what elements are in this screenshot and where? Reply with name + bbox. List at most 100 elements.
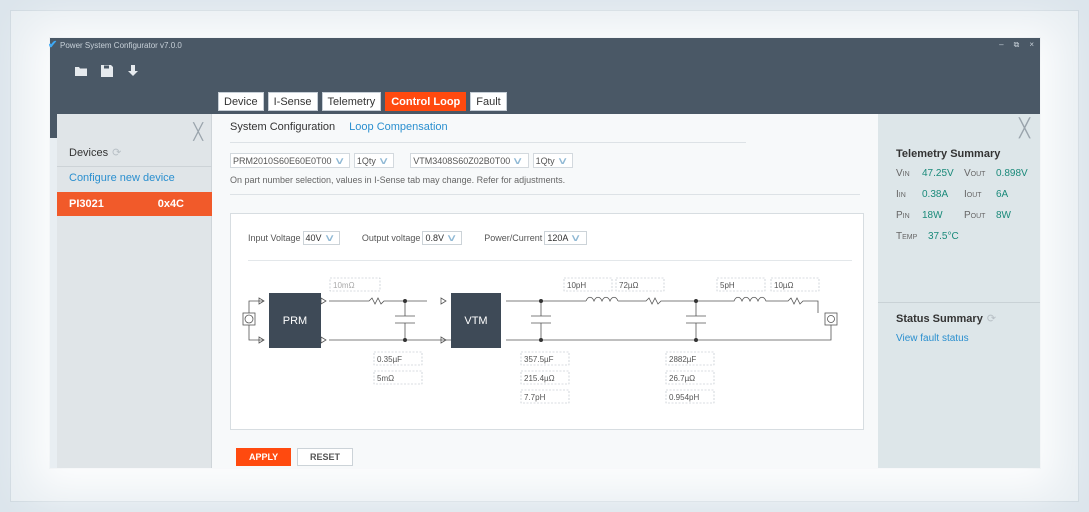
telemetry-value: 0.898V (996, 168, 1028, 179)
chevron-down-icon: ∨ (445, 233, 458, 244)
vtm-qty-select[interactable]: 1Qty ∨ (532, 153, 573, 168)
telemetry-value: 18W (922, 210, 943, 221)
l5-value: 5pH (720, 281, 735, 290)
esl4-value: 0.954pH (669, 393, 699, 402)
close-window-button[interactable]: × (1029, 40, 1034, 50)
telemetry-label: Pout (964, 210, 986, 221)
schematic-panel: Input Voltage 40V ∨ Output voltage 0.8V ∨ … (230, 213, 864, 430)
toolbar (74, 64, 140, 78)
tab-telemetry[interactable]: Telemetry (321, 92, 382, 111)
telemetry-label: Temp (896, 231, 918, 242)
devices-sidebar: ╳ Devices ⟳ Configure new device PI3021 0… (57, 114, 212, 468)
operating-inputs: Input Voltage 40V ∨ Output voltage 0.8V ∨ … (248, 231, 587, 245)
configure-new-device-link[interactable]: Configure new device (69, 172, 175, 184)
refresh-icon[interactable]: ⟳ (987, 313, 996, 325)
r5-value: 10µΩ (774, 281, 794, 290)
telemetry-value: 8W (996, 210, 1011, 221)
input-voltage-group: Input Voltage 40V ∨ (248, 231, 340, 245)
chevron-down-icon: ∨ (570, 233, 582, 244)
chevron-down-icon: ∨ (377, 156, 390, 167)
folder-open-icon[interactable] (74, 64, 88, 78)
input-voltage-field[interactable]: 40V ∨ (302, 231, 340, 245)
main-tabs: Device I-Sense Telemetry Control Loop Fa… (218, 92, 507, 111)
tab-control-loop[interactable]: Control Loop (385, 92, 467, 111)
chevron-down-icon: ∨ (512, 156, 524, 167)
esr4-value: 26.7µΩ (669, 374, 695, 383)
divider (248, 260, 852, 261)
input-voltage-label: Input Voltage (248, 233, 301, 243)
esr2-value: 215.4µΩ (524, 374, 555, 383)
telemetry-label: Iout (964, 189, 982, 200)
power-current-value: 120A (547, 233, 569, 243)
tab-fault[interactable]: Fault (470, 92, 507, 111)
device-name: PI3021 (69, 198, 104, 210)
telemetry-label: Vin (896, 168, 910, 179)
window-title: Power System Configurator v7.0.0 (60, 41, 182, 50)
tab-i-sense[interactable]: I-Sense (267, 92, 318, 111)
divider (57, 166, 212, 167)
window-controls: – ⧉ × (999, 40, 1034, 50)
tab-device[interactable]: Device (218, 92, 264, 111)
view-fault-status-link[interactable]: View fault status (896, 333, 969, 344)
close-icon[interactable]: ╳ (193, 122, 203, 142)
apply-button[interactable]: APPLY (236, 448, 292, 466)
close-icon[interactable]: ╳ (1019, 118, 1030, 139)
r3-value: 72µΩ (619, 281, 639, 290)
restore-button[interactable]: ⧉ (1014, 40, 1020, 50)
devices-title: Devices ⟳ (69, 146, 121, 159)
divider (230, 194, 860, 195)
divider (878, 302, 1040, 303)
vtm-part-select[interactable]: VTM3408S60Z02B0T00 ∨ (410, 153, 529, 168)
telemetry-value: 37.5°C (928, 231, 959, 242)
device-address: 0x4C (157, 198, 184, 210)
prm-qty-select[interactable]: 1Qty ∨ (353, 153, 395, 168)
c1-value: 0.35µF (377, 355, 402, 364)
telemetry-summary-title: Telemetry Summary (896, 148, 1001, 160)
prm-part-select[interactable]: PRM2010S60E60E0T00 ∨ (230, 153, 350, 168)
vtm-label: VTM (464, 315, 487, 327)
minimize-button[interactable]: – (999, 40, 1003, 50)
download-icon[interactable] (126, 64, 140, 78)
c2-value: 357.5µF (524, 355, 554, 364)
output-voltage-group: Output voltage 0.8V ∨ (361, 231, 463, 245)
devices-title-label: Devices (69, 147, 109, 159)
input-voltage-value: 40V (305, 233, 322, 243)
c4-value: 2882µF (669, 355, 696, 364)
power-current-field[interactable]: 120A ∨ (544, 231, 587, 245)
telemetry-row: Iin 0.38A Iout 6A (896, 189, 1036, 200)
prm-qty-value: 1Qty (356, 156, 376, 166)
telemetry-label: Pin (896, 210, 910, 221)
main-content: System Configuration Loop Compensation P… (212, 114, 878, 468)
telemetry-value: 47.25V (922, 168, 954, 179)
power-current-label: Power/Current (484, 233, 543, 243)
tab-system-configuration[interactable]: System Configuration (230, 121, 335, 133)
part-selectors: PRM2010S60E60E0T00 ∨ 1Qty ∨ VTM3408S60Z02B… (230, 153, 573, 168)
reset-button[interactable]: RESET (297, 448, 354, 466)
output-voltage-field[interactable]: 0.8V ∨ (422, 231, 463, 245)
prm-part-value: PRM2010S60E60E0T00 (233, 156, 332, 166)
divider (230, 142, 746, 143)
chevron-down-icon: ∨ (333, 156, 346, 167)
selection-note: On part number selection, values in I-Se… (230, 175, 566, 185)
power-current-group: Power/Current 120A ∨ (484, 231, 587, 245)
esl2-value: 7.7pH (524, 393, 546, 402)
status-summary-label: Status Summary (896, 313, 983, 325)
r1-value: 10mΩ (333, 281, 355, 290)
sub-tabs: System Configuration Loop Compensation (230, 121, 448, 133)
summary-panel: ╳ Telemetry Summary Vin 47.25V Vout 0.89… (878, 114, 1040, 468)
chevron-down-icon: ∨ (556, 156, 569, 167)
vtm-qty-value: 1Qty (535, 156, 555, 166)
esr1-value: 5mΩ (377, 374, 394, 383)
telemetry-value: 6A (996, 189, 1009, 200)
telemetry-value: 0.38A (922, 189, 949, 200)
telemetry-label: Vout (964, 168, 986, 179)
refresh-icon[interactable]: ⟳ (112, 147, 121, 159)
save-icon[interactable] (100, 64, 114, 78)
sidebar-item-device[interactable]: PI3021 0x4C (57, 192, 212, 216)
chevron-down-icon: ∨ (323, 233, 336, 244)
output-voltage-label: Output voltage (361, 233, 421, 243)
tab-loop-compensation[interactable]: Loop Compensation (349, 121, 447, 133)
telemetry-row: Temp 37.5°C (896, 231, 968, 242)
output-voltage-value: 0.8V (425, 233, 444, 243)
l3-value: 10pH (567, 281, 586, 290)
